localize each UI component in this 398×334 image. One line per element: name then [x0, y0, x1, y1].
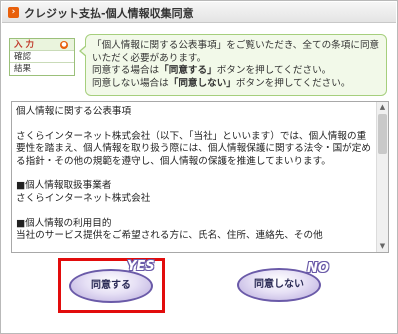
- window-title: クレジット支払-個人情報収集同意: [24, 7, 194, 20]
- title-bar: › クレジット支払-個人情報収集同意: [2, 2, 396, 23]
- policy-section-body: 当社のサービス提供をご希望される方に、氏名、住所、連絡先、その他: [16, 230, 323, 242]
- policy-scrollbar[interactable]: ▲ ▼: [376, 102, 388, 252]
- step-confirm: 確認: [10, 51, 74, 63]
- instruction-line-1: 「個人情報に関する公表事項」をご覧いただき、全ての条項に同意いただく必要がありま…: [92, 40, 380, 64]
- policy-paragraph: さくらインターネット株式会社（以下、「当社」といいます）では、個人情報の重要性を…: [16, 130, 371, 167]
- scroll-thumb[interactable]: [378, 114, 387, 154]
- step-input-label: 入 力: [14, 40, 34, 50]
- policy-textarea[interactable]: 個人情報に関する公表事項 さくらインターネット株式会社（以下、「当社」といいます…: [11, 101, 389, 253]
- scroll-up-arrow-icon[interactable]: ▲: [377, 102, 388, 113]
- instruction-line-3: 同意しない場合は「同意しない」ボタンを押してください。: [92, 77, 351, 89]
- agree-button[interactable]: 同意する: [69, 269, 153, 303]
- active-step-marker-icon: ●: [60, 41, 68, 49]
- instruction-box: 「個人情報に関する公表事項」をご覧いただき、全ての条項に同意いただく必要がありま…: [79, 34, 387, 96]
- scroll-down-arrow-icon[interactable]: ▼: [377, 241, 388, 252]
- dialog-frame: › クレジット支払-個人情報収集同意 入 力 ● 確認 結果 「個人情報に関する…: [0, 0, 398, 334]
- step-navigation: 入 力 ● 確認 結果: [9, 38, 75, 76]
- step-result-label: 結果: [14, 64, 32, 74]
- yes-tag: YES: [127, 259, 155, 274]
- policy-section-title: ■個人情報取扱事業者: [16, 180, 112, 192]
- policy-section-title: ■個人情報の利用目的: [16, 217, 112, 229]
- step-confirm-label: 確認: [14, 52, 32, 62]
- instruction-line-2: 同意する場合は「同意する」ボタンを押してください。: [92, 65, 332, 76]
- policy-section-body: さくらインターネット株式会社: [16, 192, 151, 204]
- agree-button-highlight: 同意する YES: [58, 258, 165, 313]
- step-input: 入 力 ●: [10, 39, 74, 51]
- title-icon: ›: [8, 7, 19, 18]
- step-result: 結果: [10, 63, 74, 75]
- policy-content: 個人情報に関する公表事項 さくらインターネット株式会社（以下、「当社」といいます…: [16, 106, 374, 242]
- no-tag: NO: [307, 261, 329, 276]
- policy-heading: 個人情報に関する公表事項: [16, 106, 132, 117]
